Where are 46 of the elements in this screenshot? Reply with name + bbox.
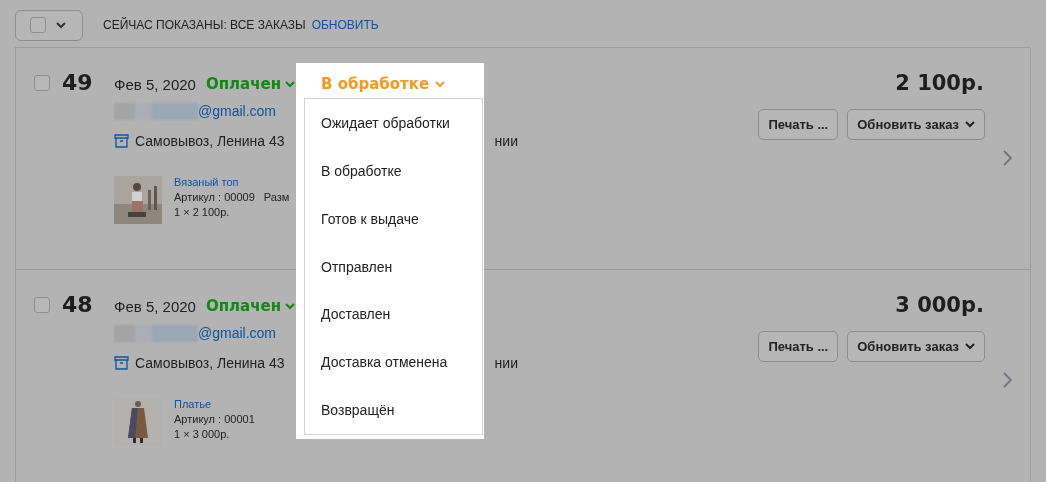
status-menu-item[interactable]: Готов к выдаче: [305, 194, 482, 243]
product-sku: Артикул : 00001: [174, 413, 255, 425]
product-quantity: 1 × 3 000р.: [174, 428, 231, 440]
delivery-address: Самовывоз, Ленина 43: [135, 355, 285, 371]
status-menu-item[interactable]: В обработке: [305, 146, 482, 195]
status-menu-item[interactable]: Возвращён: [305, 386, 482, 434]
chevron-down-icon: [56, 21, 66, 29]
chevron-right-icon[interactable]: [1002, 150, 1012, 166]
status-menu-item[interactable]: Доставка отменена: [305, 338, 482, 387]
order-number: 49: [62, 72, 94, 97]
chevron-down-icon: [965, 121, 975, 128]
order-date: Фев 5, 2020: [114, 297, 196, 315]
order-date: Фев 5, 2020: [114, 75, 196, 93]
email-link[interactable]: @gmail.com: [198, 103, 276, 119]
print-button[interactable]: Печать ...: [758, 331, 839, 362]
order-total: 3 000р.: [895, 293, 984, 317]
email-link[interactable]: @gmail.com: [198, 325, 276, 341]
chevron-down-icon: [285, 302, 295, 310]
status-menu-item[interactable]: Отправлен: [305, 242, 482, 291]
order-total: 2 100р.: [895, 71, 984, 95]
product-link[interactable]: Платье: [174, 398, 255, 410]
update-order-button[interactable]: Обновить заказ: [847, 109, 985, 140]
filter-label: СЕЙЧАС ПОКАЗАНЫ: ВСЕ ЗАКАЗЫ: [103, 18, 306, 32]
order-number: 48: [62, 294, 94, 319]
select-all-checkbox[interactable]: [30, 17, 46, 33]
select-all-dropdown[interactable]: [15, 9, 83, 41]
product-link[interactable]: Вязаный топ: [174, 176, 290, 188]
delivery-address: Самовывоз, Ленина 43: [135, 133, 285, 149]
delivery-note: нии: [494, 355, 518, 371]
delivery-note: нии: [494, 133, 518, 149]
update-order-button[interactable]: Обновить заказ: [847, 331, 985, 362]
chevron-down-icon: [435, 80, 446, 88]
archive-box-icon: [114, 134, 129, 148]
print-button[interactable]: Печать ...: [758, 109, 839, 140]
order-checkbox[interactable]: [34, 297, 50, 313]
chevron-down-icon: [285, 80, 295, 88]
product-size: Разм: [263, 191, 290, 203]
archive-box-icon: [114, 356, 129, 370]
product-quantity: 1 × 2 100р.: [174, 206, 231, 218]
status-menu-item[interactable]: Доставлен: [305, 290, 482, 339]
order-checkbox[interactable]: [34, 75, 50, 91]
product-sku: Артикул : 00009: [174, 191, 255, 203]
refresh-link[interactable]: ОБНОВИТЬ: [311, 18, 379, 32]
chevron-right-icon[interactable]: [1002, 372, 1012, 388]
chevron-down-icon: [965, 343, 975, 350]
status-menu-item[interactable]: Ожидает обработки: [305, 99, 482, 147]
